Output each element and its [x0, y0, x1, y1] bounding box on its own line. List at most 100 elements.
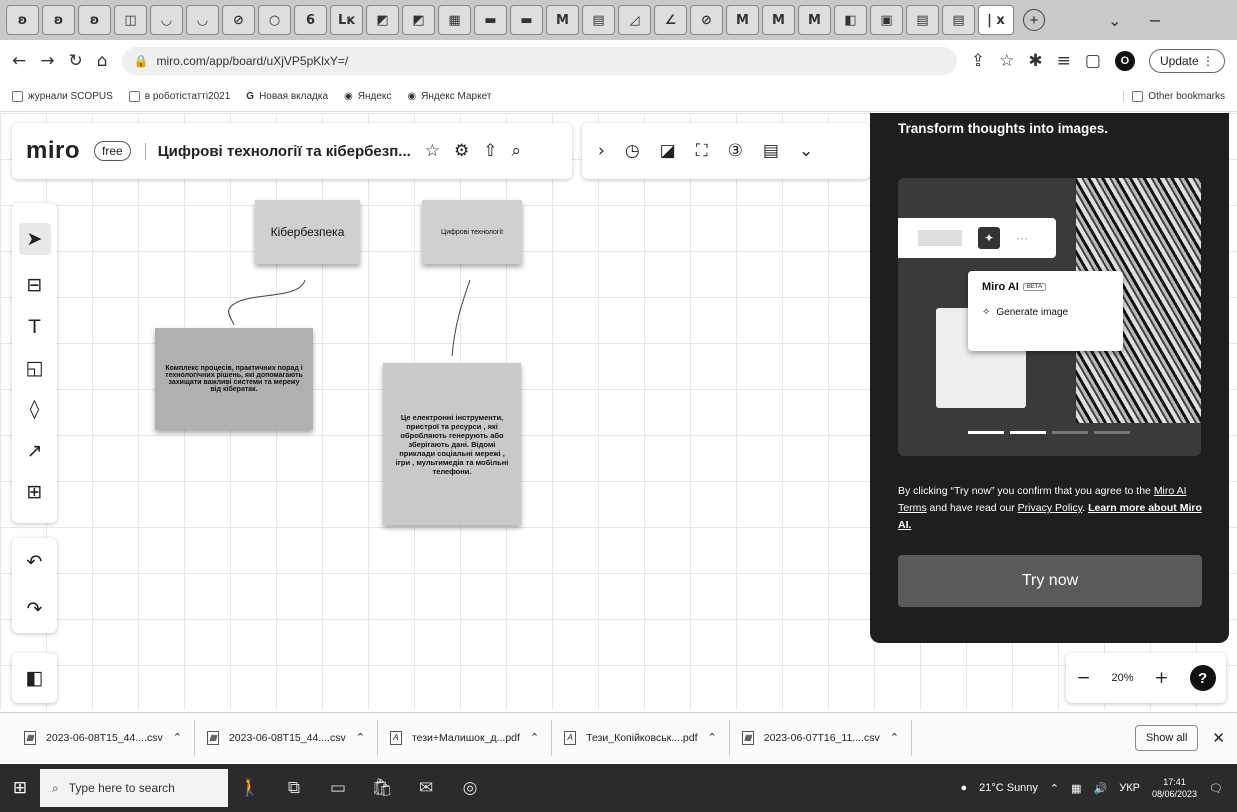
side-panel-icon[interactable]: ▢ — [1085, 51, 1101, 71]
browser-tab-active[interactable]: | x — [978, 5, 1014, 35]
url-field[interactable]: 🔒 miro.com/app/board/uXjVP5pKlxY=/ — [121, 47, 957, 75]
browser-tab[interactable]: M — [798, 5, 831, 35]
download-item[interactable]: Aтези+Малишок_д...pdf ⌃ — [378, 719, 553, 756]
mail-icon[interactable]: ✉ — [404, 778, 448, 798]
chevron-up-icon[interactable]: ⌃ — [708, 731, 717, 744]
sticky-digital-technologies[interactable]: Цифрові технології — [422, 200, 522, 264]
show-all-button[interactable]: Show all — [1134, 724, 1199, 751]
folder-icon — [128, 91, 140, 102]
generate-image-item: ✧ Generate image — [982, 307, 1109, 318]
notifications-icon[interactable]: 🗨 — [1209, 782, 1223, 795]
download-item[interactable]: ▦ 2023-06-08T15_44....csv ⌃ — [195, 719, 378, 756]
sticky-cybersecurity[interactable]: Кібербезпека — [255, 200, 360, 264]
browser-tab[interactable]: ⊘ — [690, 5, 723, 35]
browser-tab[interactable]: 6 — [294, 5, 327, 35]
help-button[interactable]: ? — [1189, 665, 1216, 691]
chrome-icon[interactable]: ◎ — [448, 778, 492, 798]
browser-tab[interactable]: ▬ — [510, 5, 543, 35]
bookmark-item[interactable]: G Новая вкладка — [246, 91, 328, 102]
chevron-up-icon[interactable]: ⌃ — [173, 731, 182, 744]
more-dots-icon: ··· — [1016, 231, 1028, 245]
bookmark-item[interactable]: в роботістатті2021 — [128, 91, 230, 102]
browser-tab[interactable]: Lᴋ — [330, 5, 363, 35]
try-now-button[interactable]: Try now — [898, 555, 1202, 607]
browser-tab[interactable]: ▣ — [870, 5, 903, 35]
zoom-in-button[interactable]: + — [1154, 668, 1168, 688]
bookmark-item[interactable]: журнали SCOPUS — [12, 91, 113, 102]
file-explorer-icon[interactable]: ▭ — [316, 778, 360, 798]
sticky-digital-definition[interactable]: Це електронні інструменти, пристрої та р… — [383, 363, 521, 525]
bookmark-item[interactable]: ◉ Яндекс Маркет — [407, 91, 491, 102]
forward-arrow-icon[interactable]: → — [40, 51, 54, 71]
language-indicator[interactable]: УКР — [1119, 782, 1140, 794]
download-item[interactable]: ▦ 2023-06-07T16_11....csv ⌃ — [730, 719, 912, 756]
reload-icon[interactable]: ↻ — [69, 51, 83, 71]
browser-tab[interactable]: ○ — [258, 5, 291, 35]
chevron-up-icon[interactable]: ⌃ — [890, 731, 899, 744]
browser-tab[interactable]: ⊘ — [222, 5, 255, 35]
connector-cyber[interactable] — [228, 279, 306, 326]
reading-list-icon[interactable]: ≡ — [1057, 51, 1071, 71]
volume-icon[interactable]: 🔊 — [1094, 782, 1108, 795]
tray-chevron-icon[interactable]: ⌃ — [1050, 782, 1059, 795]
chevron-up-icon[interactable]: ⌃ — [530, 731, 539, 744]
browser-tab[interactable]: ∠ — [654, 5, 687, 35]
new-tab-button[interactable]: + — [1023, 9, 1045, 31]
carousel-dot[interactable] — [1052, 431, 1088, 434]
download-item[interactable]: A Тези_Копійковськ....pdf ⌃ — [552, 719, 730, 756]
other-bookmarks[interactable]: Other bookmarks — [1123, 91, 1225, 102]
taskbar-search-box[interactable]: ⌕ Type here to search — [40, 769, 228, 807]
back-arrow-icon[interactable]: ← — [12, 51, 26, 71]
carousel-dot[interactable] — [1010, 431, 1046, 434]
browser-tab[interactable]: ◩ — [402, 5, 435, 35]
browser-tab[interactable]: M — [726, 5, 759, 35]
browser-tab[interactable]: ʚ — [42, 5, 75, 35]
zoom-out-button[interactable]: − — [1076, 668, 1090, 688]
browser-tab[interactable]: ʚ — [6, 5, 39, 35]
windows-start-icon[interactable]: ⊞ — [0, 764, 40, 812]
carousel-dot[interactable] — [1094, 431, 1130, 434]
extensions-icon[interactable]: ✱ — [1028, 51, 1042, 71]
privacy-policy-link[interactable]: Privacy Policy — [1018, 502, 1083, 514]
sticky-cybersecurity-definition[interactable]: Комплекс процесів, практичних порад і те… — [155, 328, 313, 430]
browser-tab[interactable]: ▤ — [906, 5, 939, 35]
store-icon[interactable]: 🛍 — [360, 778, 404, 798]
network-icon[interactable]: ▦ — [1071, 782, 1081, 795]
browser-tab[interactable]: ▬ — [474, 5, 507, 35]
browser-tab[interactable]: ▤ — [582, 5, 615, 35]
address-bar: ← → ↻ ⌂ 🔒 miro.com/app/board/uXjVP5pKlxY… — [0, 42, 1237, 80]
connector-digital[interactable] — [451, 279, 471, 357]
update-button[interactable]: Update ⋮ — [1148, 49, 1225, 73]
browser-tab[interactable]: ◿ — [618, 5, 651, 35]
browser-tab[interactable]: ◧ — [834, 5, 867, 35]
chevron-down-icon[interactable]: ⌄ — [1108, 11, 1121, 30]
cortana-figure-icon[interactable]: 🚶 — [228, 778, 272, 798]
clock[interactable]: 17:41 08/06/2023 — [1152, 776, 1197, 800]
weather-icon[interactable]: ● — [960, 782, 967, 794]
zoom-level[interactable]: 20% — [1112, 672, 1134, 684]
bookmark-star-icon[interactable]: ☆ — [999, 51, 1014, 71]
chevron-up-icon[interactable]: ⌃ — [356, 731, 365, 744]
share-icon[interactable]: ⇪ — [971, 51, 985, 71]
browser-tab[interactable]: ◡ — [150, 5, 183, 35]
weather-text[interactable]: 21°C Sunny — [979, 782, 1038, 794]
illustration-toolbar: ✦ ··· — [898, 218, 1056, 258]
minimize-icon[interactable]: − — [1148, 11, 1161, 30]
browser-tab[interactable]: ▦ — [438, 5, 471, 35]
browser-tab[interactable]: M — [762, 5, 795, 35]
bookmark-label: Новая вкладка — [259, 91, 329, 102]
profile-avatar[interactable]: O — [1114, 51, 1135, 71]
task-view-icon[interactable]: ⧉ — [272, 778, 316, 798]
browser-tab[interactable]: ◡ — [186, 5, 219, 35]
close-downloads-icon[interactable]: ✕ — [1212, 729, 1225, 747]
browser-tab[interactable]: ▤ — [942, 5, 975, 35]
browser-tab[interactable]: M — [546, 5, 579, 35]
carousel-dot[interactable] — [968, 431, 1004, 434]
other-bookmarks-label: Other bookmarks — [1148, 91, 1225, 102]
browser-tab[interactable]: ◫ — [114, 5, 147, 35]
browser-tab[interactable]: ʚ — [78, 5, 111, 35]
bookmark-item[interactable]: ◉ Яндекс — [344, 91, 391, 102]
home-icon[interactable]: ⌂ — [97, 51, 108, 71]
download-item[interactable]: ▦ 2023-06-08T15_44....csv ⌃ — [12, 719, 195, 756]
browser-tab[interactable]: ◩ — [366, 5, 399, 35]
